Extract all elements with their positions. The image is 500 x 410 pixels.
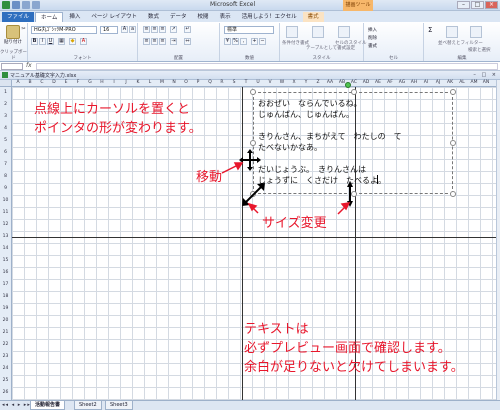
resize-pointer-arrow-left	[247, 202, 259, 214]
hint-line-1: 点線上にカーソルを置くと	[34, 102, 191, 117]
move-label: 移動	[196, 170, 223, 185]
sheet-nav-arrows[interactable]: ◂◂ ◂ ▸ ▸▸	[2, 402, 31, 408]
hint-line-2: ポインタの形が変わります。	[34, 121, 202, 136]
sheet-tab[interactable]: Sheet2	[74, 401, 102, 410]
note-line-2: 必ずプレビュー画面で確認します。	[244, 341, 451, 356]
move-cursor-icon	[239, 149, 261, 171]
move-pointer-arrow	[221, 162, 244, 174]
sheet-tab[interactable]: 活動報告書	[30, 401, 66, 410]
sheet-tab-bar: ◂◂ ◂ ▸ ▸▸ 活動報告書 Sheet2 Sheet3	[0, 400, 500, 410]
resize-label: サイズ変更	[262, 216, 327, 231]
resize-pointer-arrow-right	[337, 202, 351, 215]
sheet-tab[interactable]: Sheet3	[105, 401, 133, 410]
excel-window: Microsoft Excel 描画ツール – □ × ファイル ホーム 挿入 ページ…	[0, 0, 500, 410]
note-line-1: テキストは	[244, 322, 309, 337]
diagonal-resize-cursor-icon	[242, 183, 265, 206]
note-line-3: 余白が足りないと欠けてしまいます。	[244, 360, 464, 375]
